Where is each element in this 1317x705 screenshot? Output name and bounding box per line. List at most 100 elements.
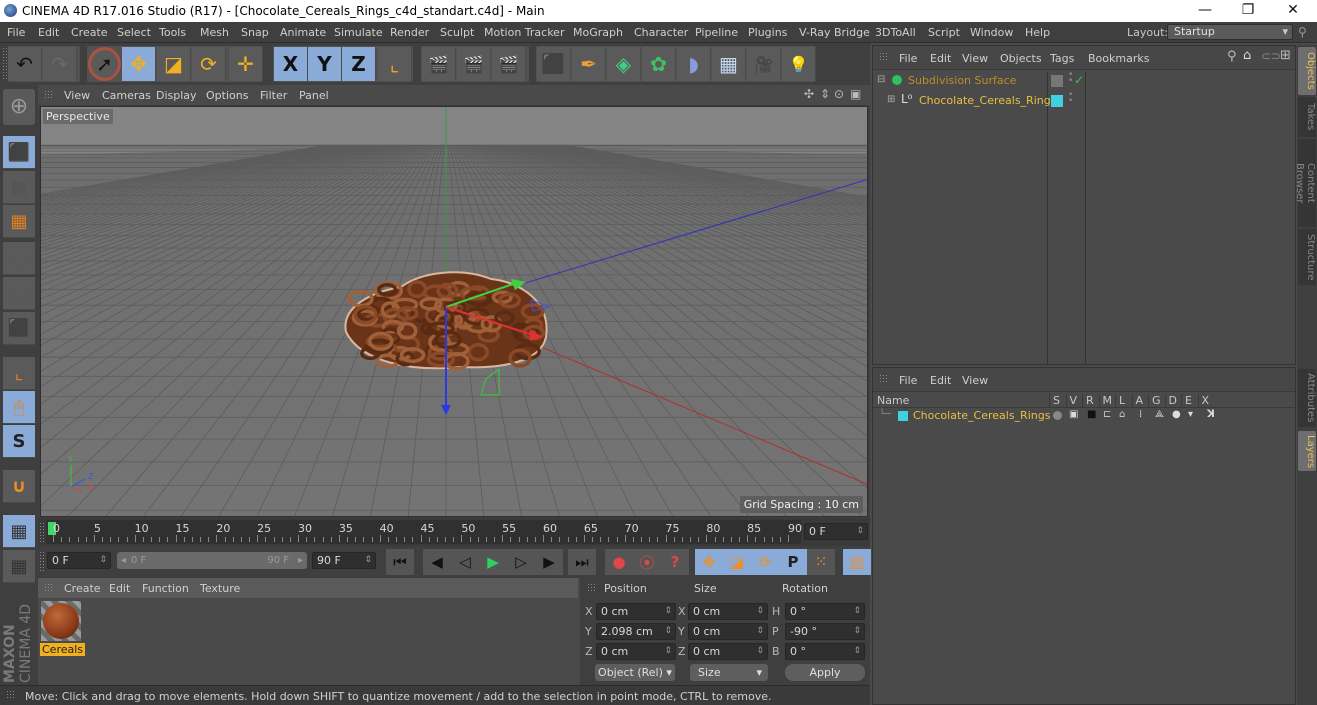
spinner-icon[interactable]: ⇕: [664, 624, 672, 639]
layer-col-e[interactable]: E: [1181, 394, 1192, 407]
manager-toggle-icon[interactable]: ⊏: [1103, 409, 1111, 420]
material-menu-edit[interactable]: Edit: [109, 582, 130, 595]
next-frame-button[interactable]: ▷: [507, 549, 535, 575]
spinner-icon[interactable]: ⇕: [756, 604, 764, 619]
menu-plugins[interactable]: Plugins: [748, 26, 787, 39]
close-button[interactable]: ✕: [1273, 2, 1313, 20]
menu-mograph[interactable]: MoGraph: [573, 26, 623, 39]
scale-button[interactable]: ◪: [157, 47, 191, 81]
home-icon[interactable]: ⌂: [1243, 48, 1251, 63]
object-row-cereals[interactable]: ⊞ L⁰ Chocolate_Cereals_Rings • •: [873, 91, 1297, 111]
menu-sculpt[interactable]: Sculpt: [440, 26, 474, 39]
menu-vray-bridge[interactable]: V-Ray Bridge: [799, 26, 870, 39]
layer-col-v[interactable]: V: [1065, 394, 1077, 407]
object-row-subdivision[interactable]: ⊟ Subdivision Surface • • ✓: [873, 71, 1297, 91]
key-scale-button[interactable]: ◪: [723, 549, 751, 575]
layermgr-menu-view[interactable]: View: [962, 374, 988, 387]
material-menu-create[interactable]: Create: [64, 582, 101, 595]
render-toggle-icon[interactable]: ■: [1087, 409, 1096, 420]
layer-col-l[interactable]: L: [1115, 394, 1125, 407]
layer-col-d[interactable]: D: [1164, 394, 1177, 407]
menu-simulate[interactable]: Simulate: [334, 26, 383, 39]
key-parameter-button[interactable]: P: [779, 549, 807, 575]
restore-button[interactable]: ❐: [1228, 2, 1268, 20]
spinner-icon[interactable]: ⇕: [853, 624, 861, 639]
rotation-field[interactable]: -90 ° ⇕: [785, 623, 865, 640]
previous-key-button[interactable]: ◀: [423, 549, 451, 575]
search-icon[interactable]: ⚲: [1227, 49, 1237, 64]
preview-range-slider[interactable]: ◂ 0 F 90 F ▸: [117, 552, 307, 569]
size-field[interactable]: 0 cm ⇕: [688, 623, 768, 640]
timeline-window-button[interactable]: ▤: [843, 549, 871, 575]
menu-animate[interactable]: Animate: [280, 26, 326, 39]
spinner-icon[interactable]: ⇕: [856, 524, 864, 539]
menu-snap[interactable]: Snap: [241, 26, 269, 39]
size-field[interactable]: 0 cm ⇕: [688, 603, 768, 620]
x-axis-button[interactable]: X: [274, 47, 308, 81]
coordinate-mode-select[interactable]: Object (Rel) ▾: [595, 664, 675, 681]
objmgr-menu-objects[interactable]: Objects: [1000, 52, 1042, 65]
floor-button[interactable]: ▦: [712, 47, 746, 81]
cloner-button[interactable]: ✿: [642, 47, 676, 81]
objmgr-menu-file[interactable]: File: [899, 52, 917, 65]
tab-attributes[interactable]: Attributes: [1298, 369, 1316, 427]
layer-color-swatch[interactable]: [898, 411, 908, 421]
rotate-view-icon[interactable]: ⊙: [834, 87, 844, 101]
animation-toggle-icon[interactable]: ⁞: [1139, 409, 1142, 420]
spinner-icon[interactable]: ⇕: [756, 644, 764, 659]
pan-view-icon[interactable]: ✣: [804, 87, 814, 101]
polygons-mode-button[interactable]: ⬛: [3, 312, 35, 345]
play-button[interactable]: ▶: [479, 549, 507, 575]
menu-mesh[interactable]: Mesh: [200, 26, 229, 39]
z-axis-button[interactable]: Z: [342, 47, 376, 81]
menu-edit[interactable]: Edit: [38, 26, 59, 39]
range-left-arrow-icon[interactable]: ◂: [121, 552, 126, 569]
keyframe-selection-button[interactable]: ?: [661, 549, 689, 575]
layer-col-r[interactable]: R: [1082, 394, 1094, 407]
end-frame-field[interactable]: 90 F ⇕: [312, 552, 376, 569]
generator-toggle-icon[interactable]: ⟁: [1155, 409, 1164, 420]
menu-3dtoall[interactable]: 3DToAll: [875, 26, 916, 39]
tab-structure[interactable]: Structure: [1298, 229, 1316, 285]
spinner-icon[interactable]: ⇕: [853, 644, 861, 659]
layout-select[interactable]: Startup: [1167, 24, 1293, 40]
light-button[interactable]: 💡: [782, 47, 816, 81]
menu-select[interactable]: Select: [117, 26, 151, 39]
key-rotation-button[interactable]: ⟳: [751, 549, 779, 575]
material-menu-texture[interactable]: Texture: [200, 582, 240, 595]
model-mode-button[interactable]: ⬛: [3, 136, 35, 169]
viewport-menu-panel[interactable]: Panel: [299, 89, 329, 102]
render-settings-button[interactable]: 🎬: [492, 47, 526, 81]
viewport-menu-cameras[interactable]: Cameras: [102, 89, 151, 102]
pen-button[interactable]: ✒: [572, 47, 606, 81]
objmgr-menu-view[interactable]: View: [962, 52, 988, 65]
next-key-button[interactable]: ▶: [535, 549, 563, 575]
bend-button[interactable]: ◗: [677, 47, 711, 81]
redo-button[interactable]: ↷: [43, 47, 77, 81]
tab-layers[interactable]: Layers: [1298, 431, 1316, 471]
y-axis-button[interactable]: Y: [308, 47, 342, 81]
objmgr-menu-bookmarks[interactable]: Bookmarks: [1088, 52, 1149, 65]
go-to-end-button[interactable]: ⏭: [568, 549, 596, 575]
viewport-menu-display[interactable]: Display: [156, 89, 197, 102]
menu-tools[interactable]: Tools: [159, 26, 186, 39]
render-view-button[interactable]: 🎬: [422, 47, 456, 81]
menu-create[interactable]: Create: [71, 26, 108, 39]
timeline-ruler[interactable]: 0 5 10 15 20 25 30 35 40 45 50 55 60 65 70 75 80 85 90: [46, 520, 802, 544]
position-field[interactable]: 0 cm ⇕: [596, 603, 676, 620]
menu-file[interactable]: File: [7, 26, 25, 39]
visibility-dots[interactable]: • •: [1068, 91, 1073, 106]
layer-color-swatch[interactable]: [1051, 95, 1063, 107]
zoom-view-icon[interactable]: ⇕: [820, 87, 830, 101]
toolbar-grip[interactable]: [2, 47, 7, 81]
tweak-mode-button[interactable]: 🖱: [3, 391, 35, 424]
autokeying-button[interactable]: ⦿: [633, 549, 661, 575]
layer-col-g[interactable]: G: [1148, 394, 1161, 407]
tab-objects[interactable]: Objects: [1298, 47, 1316, 95]
previous-frame-button[interactable]: ◁: [451, 549, 479, 575]
live-selection-button[interactable]: ➚: [88, 47, 122, 81]
objmgr-menu-tags[interactable]: Tags: [1050, 52, 1074, 65]
material-menu-function[interactable]: Function: [142, 582, 189, 595]
solo-button[interactable]: S: [3, 425, 35, 458]
layermgr-menu-file[interactable]: File: [899, 374, 917, 387]
